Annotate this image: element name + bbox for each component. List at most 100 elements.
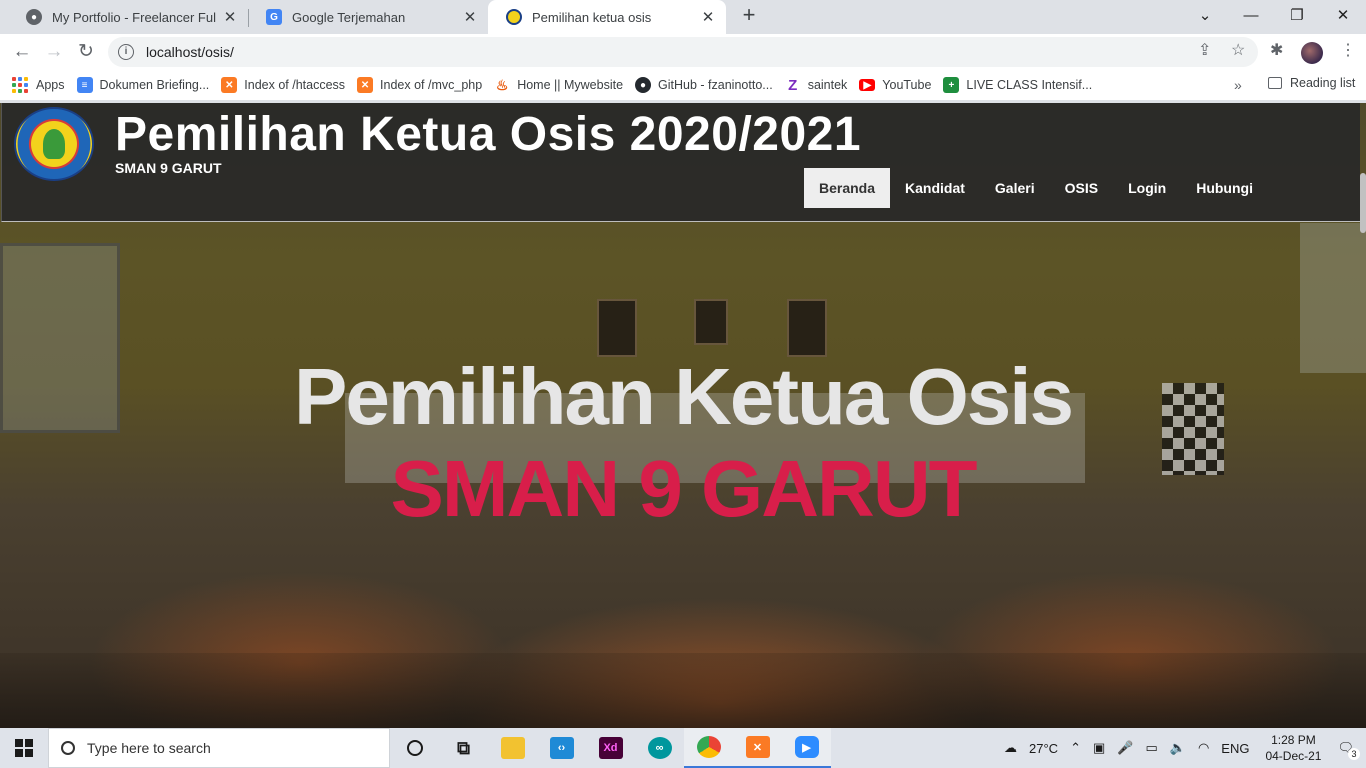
chrome-icon[interactable]	[684, 728, 733, 768]
language-indicator[interactable]: ENG	[1221, 741, 1249, 756]
volume-icon[interactable]: 🔈	[1170, 740, 1186, 756]
logo-emblem	[43, 129, 65, 159]
bookmark-label: Home || Mywebsite	[517, 78, 624, 92]
bookmark-item[interactable]: ♨ Home || Mywebsite	[494, 77, 623, 93]
tab-portfolio[interactable]: ● My Portfolio - Freelancer FullStac ✕	[8, 0, 248, 34]
tray-chevron-icon[interactable]: ⌃	[1070, 740, 1081, 756]
nav-kandidat[interactable]: Kandidat	[890, 168, 980, 208]
minimize-button[interactable]: —	[1228, 0, 1274, 30]
tab-search-icon[interactable]: ⌄	[1182, 0, 1228, 30]
xampp-icon: ✕	[221, 77, 238, 93]
back-button[interactable]: ←	[10, 40, 34, 64]
taskbar-search-box[interactable]: Type here to search	[48, 728, 390, 768]
bookmark-label: GitHub - fzaninotto...	[658, 78, 773, 92]
globe-icon: ●	[26, 9, 42, 25]
xampp-icon[interactable]: ✕	[733, 728, 782, 768]
bookmark-item[interactable]: + LIVE CLASS Intensif...	[943, 77, 1092, 93]
window-close-button[interactable]: ✕	[1320, 0, 1366, 30]
bookmark-label: LIVE CLASS Intensif...	[966, 78, 1093, 92]
tab-title: My Portfolio - Freelancer FullStac	[52, 9, 216, 25]
bookmark-label: Index of /htaccess	[244, 78, 346, 92]
flame-icon: ♨	[495, 76, 509, 93]
bookmark-item[interactable]: ≡ Dokumen Briefing...	[76, 77, 210, 93]
page-viewport: Pemilihan Ketua Osis SMAN 9 GARUT Pemili…	[0, 103, 1366, 728]
tab-pemilihan-ketua-osis[interactable]: Pemilihan ketua osis ✕	[488, 0, 726, 34]
restore-button[interactable]: ❐	[1274, 0, 1320, 30]
bookmark-label: Apps	[36, 78, 65, 92]
bookmarks-overflow-icon[interactable]: »	[1234, 77, 1242, 93]
page-scrollbar[interactable]	[1360, 103, 1366, 728]
docs-icon: ≡	[76, 77, 93, 93]
nav-beranda[interactable]: Beranda	[804, 168, 891, 208]
new-tab-button[interactable]: +	[738, 4, 760, 27]
bookmark-label: Dokumen Briefing...	[99, 78, 210, 92]
arduino-icon[interactable]: ∞	[635, 728, 684, 768]
vscode-icon[interactable]: ‹›	[537, 728, 586, 768]
windows-taskbar: Type here to search ⧉ ‹› Xd ∞ ✕ ▶ ☁ 27°C…	[0, 728, 1366, 768]
windows-logo-icon	[15, 739, 33, 757]
scrollbar-thumb[interactable]	[1360, 173, 1366, 233]
bookmark-star-icon[interactable]: ☆	[1231, 40, 1245, 60]
bookmark-apps[interactable]: Apps	[12, 77, 65, 93]
bookmark-item[interactable]: ✕ Index of /htaccess	[221, 77, 345, 93]
extensions-icon[interactable]: ✱	[1270, 40, 1283, 60]
address-bar[interactable]: i localhost/osis/	[108, 37, 1258, 67]
close-icon[interactable]: ✕	[222, 8, 238, 26]
site-subtitle: SMAN 9 GARUT	[115, 160, 222, 176]
main-nav: Beranda Kandidat Galeri OSIS Login Hubun…	[804, 168, 1268, 208]
search-icon	[61, 741, 75, 755]
z-icon: Z	[788, 76, 798, 94]
weather-icon[interactable]: ☁	[1004, 740, 1017, 756]
search-placeholder: Type here to search	[87, 740, 211, 756]
reading-list-button[interactable]: Reading list	[1268, 76, 1355, 90]
school-logo-icon	[506, 9, 522, 25]
school-logo[interactable]	[14, 107, 94, 181]
clock[interactable]: 1:28 PM 04-Dec-21	[1265, 732, 1321, 764]
hero-school-name: SMAN 9 GARUT	[390, 444, 978, 533]
classroom-icon: +	[943, 77, 960, 93]
start-button[interactable]	[0, 728, 48, 768]
cortana-icon[interactable]	[390, 728, 439, 768]
bookmark-item[interactable]: Z saintek	[785, 76, 847, 94]
close-icon[interactable]: ✕	[462, 8, 478, 26]
weather-temp[interactable]: 27°C	[1029, 741, 1058, 756]
menu-kebab-icon[interactable]: ⋮	[1340, 40, 1356, 60]
site-title[interactable]: Pemilihan Ketua Osis 2020/2021	[115, 107, 861, 162]
share-icon[interactable]: ⇪	[1198, 40, 1211, 60]
clock-date: 04-Dec-21	[1265, 749, 1322, 763]
profile-avatar[interactable]	[1301, 42, 1323, 64]
close-icon[interactable]: ✕	[700, 8, 716, 26]
bookmarks-bar: Apps ≡ Dokumen Briefing... ✕ Index of /h…	[0, 70, 1366, 100]
bookmark-label: Index of /mvc_php	[380, 78, 483, 92]
bookmark-label: YouTube	[882, 78, 932, 92]
bookmark-item[interactable]: ▶ YouTube	[859, 78, 931, 92]
xampp-icon: ✕	[357, 77, 374, 93]
nav-galeri[interactable]: Galeri	[980, 168, 1050, 208]
forward-button[interactable]: →	[42, 40, 66, 64]
nav-osis[interactable]: OSIS	[1050, 168, 1113, 208]
bookmark-item[interactable]: ● GitHub - fzaninotto...	[635, 77, 773, 93]
zoom-icon[interactable]: ▶	[782, 728, 831, 768]
system-tray: ☁ 27°C ⌃ ▣ 🎤 ▭ 🔈 ◠ ENG 1:28 PM 04-Dec-21…	[998, 728, 1366, 768]
hero-photo-frame	[597, 299, 637, 357]
bookmark-item[interactable]: ✕ Index of /mvc_php	[357, 77, 482, 93]
site-info-icon[interactable]: i	[118, 44, 134, 60]
google-translate-icon: G	[266, 9, 282, 25]
clock-time: 1:28 PM	[1271, 733, 1316, 747]
tab-google-translate[interactable]: G Google Terjemahan ✕	[248, 0, 488, 34]
meet-now-icon[interactable]: ▣	[1093, 740, 1105, 756]
microphone-icon[interactable]: 🎤	[1117, 740, 1133, 756]
adobe-xd-icon[interactable]: Xd	[586, 728, 635, 768]
wifi-icon[interactable]: ◠	[1198, 740, 1209, 756]
site-header: Pemilihan Ketua Osis 2020/2021 SMAN 9 GA…	[1, 103, 1360, 222]
reload-button[interactable]: ↻	[74, 40, 98, 64]
tab-title: Google Terjemahan	[292, 9, 406, 25]
nav-login[interactable]: Login	[1113, 168, 1181, 208]
tab-title: Pemilihan ketua osis	[532, 9, 652, 25]
battery-icon[interactable]: ▭	[1145, 740, 1157, 756]
file-explorer-icon[interactable]	[488, 728, 537, 768]
task-view-icon[interactable]: ⧉	[439, 728, 488, 768]
nav-hubungi[interactable]: Hubungi	[1181, 168, 1268, 208]
url-text[interactable]: localhost/osis/	[146, 44, 234, 60]
youtube-icon: ▶	[859, 79, 876, 91]
